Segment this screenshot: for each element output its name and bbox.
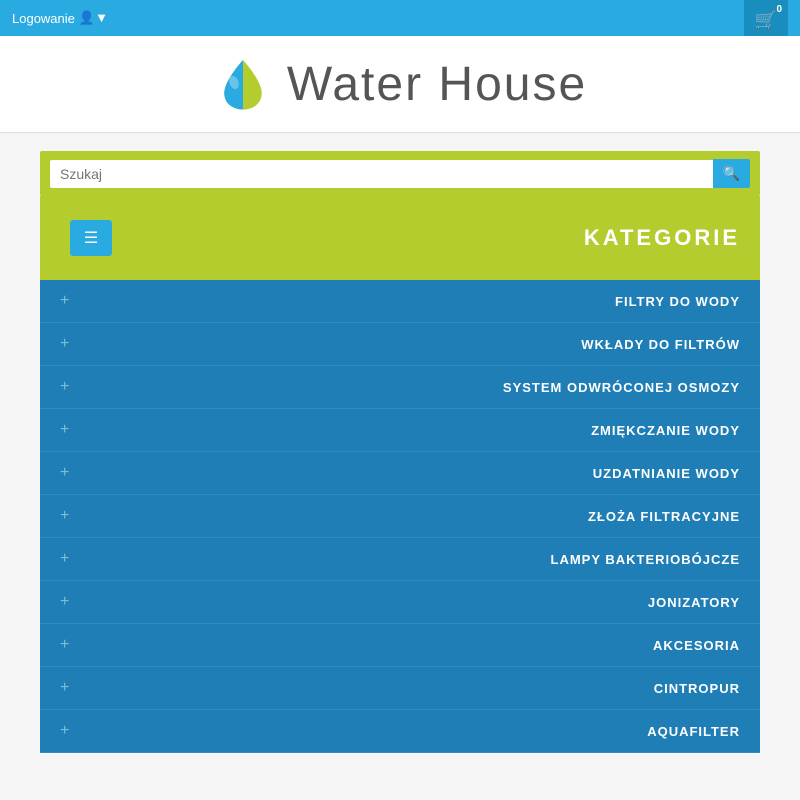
expand-icon: +: [60, 421, 69, 439]
category-name: UZDATNIANIE WODY: [593, 466, 740, 481]
expand-icon: +: [60, 679, 69, 697]
categories-label: KATEGORIE: [584, 225, 740, 251]
category-name: JONIZATORY: [648, 595, 740, 610]
user-icon: 👤▼: [79, 10, 108, 26]
expand-icon: +: [60, 335, 69, 353]
category-item[interactable]: + SYSTEM ODWRÓCONEJ OSMOZY: [40, 366, 760, 409]
expand-icon: +: [60, 722, 69, 740]
cart-count: 0: [776, 4, 782, 15]
category-item[interactable]: + ZŁOŻA FILTRACYJNE: [40, 495, 760, 538]
category-item[interactable]: + AKCESORIA: [40, 624, 760, 667]
category-name: LAMPY BAKTERIOBÓJCZE: [551, 552, 741, 567]
category-item[interactable]: + ZMIĘKCZANIE WODY: [40, 409, 760, 452]
category-name: FILTRY DO WODY: [615, 294, 740, 309]
category-section: ☰ KATEGORIE + FILTRY DO WODY + WKŁADY DO…: [40, 196, 760, 753]
login-button[interactable]: Logowanie 👤▼: [12, 10, 108, 26]
search-bar: 🔍: [40, 151, 760, 196]
menu-toggle-button[interactable]: ☰: [70, 220, 112, 256]
category-item[interactable]: + CINTROPUR: [40, 667, 760, 710]
category-name: AQUAFILTER: [647, 724, 740, 739]
cart-button[interactable]: 0 🛒: [744, 0, 788, 36]
category-item[interactable]: + FILTRY DO WODY: [40, 280, 760, 323]
expand-icon: +: [60, 378, 69, 396]
category-name: SYSTEM ODWRÓCONEJ OSMOZY: [503, 380, 740, 395]
logo-area: Water House: [0, 36, 800, 133]
category-item[interactable]: + WKŁADY DO FILTRÓW: [40, 323, 760, 366]
category-name: ZŁOŻA FILTRACYJNE: [588, 509, 740, 524]
expand-icon: +: [60, 593, 69, 611]
search-button[interactable]: 🔍: [713, 159, 750, 188]
category-name: ZMIĘKCZANIE WODY: [591, 423, 740, 438]
logo-text: Water House: [287, 57, 587, 112]
login-label: Logowanie: [12, 11, 75, 26]
category-item[interactable]: + JONIZATORY: [40, 581, 760, 624]
expand-icon: +: [60, 550, 69, 568]
cart-icon: 🛒: [755, 10, 777, 31]
logo-droplet: [213, 54, 273, 114]
expand-icon: +: [60, 636, 69, 654]
category-list: + FILTRY DO WODY + WKŁADY DO FILTRÓW + S…: [40, 280, 760, 753]
category-item[interactable]: + AQUAFILTER: [40, 710, 760, 753]
category-item[interactable]: + LAMPY BAKTERIOBÓJCZE: [40, 538, 760, 581]
category-name: CINTROPUR: [654, 681, 740, 696]
category-name: WKŁADY DO FILTRÓW: [581, 337, 740, 352]
category-name: AKCESORIA: [653, 638, 740, 653]
category-header: ☰ KATEGORIE: [40, 196, 760, 280]
search-input[interactable]: [50, 160, 713, 188]
expand-icon: +: [60, 292, 69, 310]
category-item[interactable]: + UZDATNIANIE WODY: [40, 452, 760, 495]
expand-icon: +: [60, 507, 69, 525]
top-bar: Logowanie 👤▼ 0 🛒: [0, 0, 800, 36]
expand-icon: +: [60, 464, 69, 482]
